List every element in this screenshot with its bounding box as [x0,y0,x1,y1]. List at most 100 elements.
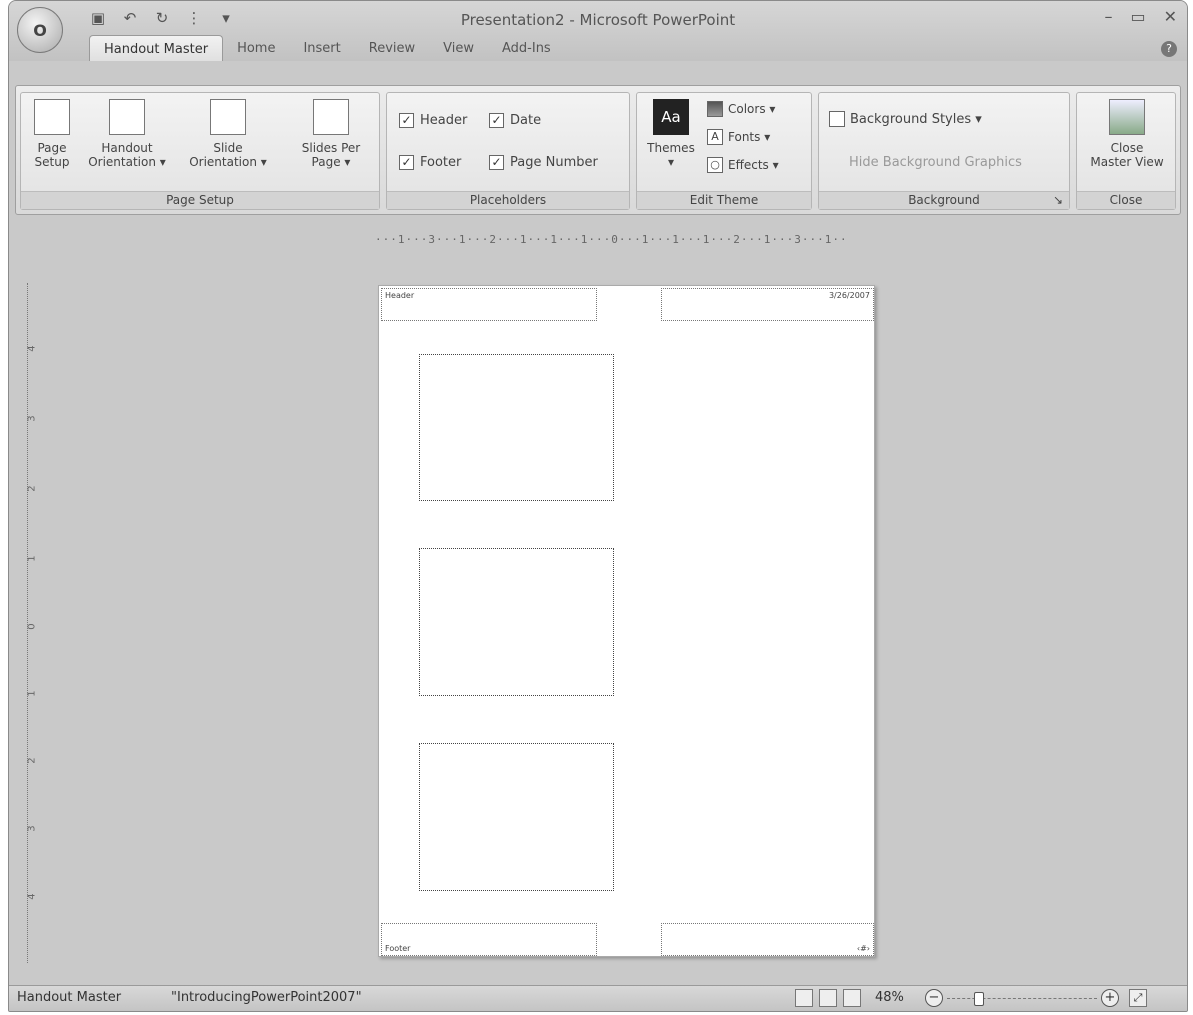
header-checkbox[interactable]: ✓ [399,113,414,128]
fit-to-window-button[interactable]: ⤢ [1129,989,1147,1007]
help-icon[interactable]: ? [1161,41,1177,57]
tab-home[interactable]: Home [223,35,289,61]
close-window-button[interactable]: ✕ [1164,7,1177,26]
page-number-checkbox-row[interactable]: ✓ Page Number [489,155,598,170]
themes-button[interactable]: Aa Themes ▾ [641,99,701,169]
status-view-mode: Handout Master [17,990,122,1005]
page-setup-label2: Setup [34,155,70,169]
tab-view[interactable]: View [429,35,488,61]
slide-show-button[interactable] [843,989,861,1007]
slides-per-page-label2: Page ▾ [311,155,351,169]
slide-placeholder-1[interactable] [419,354,614,501]
powerpoint-window: O ▣ ↶ ↻ ⋮ ▾ Presentation2 - Microsoft Po… [8,0,1188,1012]
footer-checkbox-label: Footer [420,155,462,170]
date-placeholder-text: 3/26/2007 [828,291,870,300]
group-page-setup: Page Setup Handout Orientation ▾ Slide O… [20,92,380,210]
vruler-tick: 2 [26,485,38,492]
footer-placeholder-text: Footer [385,944,411,953]
status-bar: Handout Master "IntroducingPowerPoint200… [9,985,1187,1011]
fonts-label: Fonts ▾ [728,130,771,144]
page-number-placeholder-text: ‹#› [856,944,870,953]
slides-per-page-label1: Slides Per [301,141,361,155]
page-number-checkbox[interactable]: ✓ [489,155,504,170]
date-checkbox-row[interactable]: ✓ Date [489,113,541,128]
effects-button[interactable]: ○ Effects ▾ [707,157,779,173]
close-group-label: Close [1077,191,1175,209]
page-setup-button[interactable]: Page Setup [27,99,77,169]
date-checkbox[interactable]: ✓ [489,113,504,128]
handout-orientation-icon [109,99,145,135]
slide-placeholder-3[interactable] [419,743,614,891]
status-theme-name: "IntroducingPowerPoint2007" [171,990,362,1005]
themes-icon: Aa [653,99,689,135]
slide-sorter-view-button[interactable] [819,989,837,1007]
footer-checkbox[interactable]: ✓ [399,155,414,170]
date-placeholder[interactable]: 3/26/2007 [661,288,874,321]
background-styles-label: Background Styles ▾ [850,111,982,127]
close-master-view-button[interactable]: Close Master View [1081,99,1173,169]
close-master-view-icon [1109,99,1145,135]
background-group-label: Background ↘ [819,191,1069,209]
zoom-in-button[interactable]: + [1101,989,1119,1007]
slide-orientation-icon [210,99,246,135]
tab-add-ins[interactable]: Add-Ins [488,35,565,61]
slide-orientation-label2: Orientation ▾ [189,155,267,169]
close-master-view-label1: Close [1110,141,1144,155]
tab-handout-master[interactable]: Handout Master [89,35,224,61]
handout-orientation-label2: Orientation ▾ [88,155,166,169]
horizontal-ruler: ···1···3···1···2···1···1···1···0···1···1… [375,233,848,246]
slide-placeholder-2[interactable] [419,548,614,696]
colors-button[interactable]: Colors ▾ [707,101,775,117]
fonts-button[interactable]: A Fonts ▾ [707,129,770,145]
close-master-view-label2: Master View [1090,155,1164,169]
page-setup-group-label: Page Setup [21,191,379,209]
zoom-level-label[interactable]: 48% [875,990,904,1005]
zoom-slider[interactable] [947,992,1097,1006]
group-close: Close Master View Close [1076,92,1176,210]
zoom-slider-thumb[interactable] [973,992,984,1006]
header-placeholder-text: Header [385,291,415,300]
vruler-tick: 1 [26,555,38,562]
background-styles-icon [829,111,845,127]
vruler-tick: 4 [26,345,38,352]
colors-icon [707,101,723,117]
page-number-placeholder[interactable]: ‹#› [661,923,874,956]
footer-checkbox-row[interactable]: ✓ Footer [399,155,461,170]
effects-label: Effects ▾ [728,158,779,172]
slide-orientation-button[interactable]: Slide Orientation ▾ [183,99,273,169]
zoom-out-button[interactable]: − [925,989,943,1007]
vruler-tick: 0 [26,623,38,630]
handout-orientation-button[interactable]: Handout Orientation ▾ [77,99,177,169]
tab-insert[interactable]: Insert [289,35,354,61]
edit-theme-group-label: Edit Theme [637,191,811,209]
slides-per-page-button[interactable]: Slides Per Page ▾ [289,99,373,169]
background-styles-button[interactable]: Background Styles ▾ [829,111,982,127]
maximize-button[interactable]: ▭ [1130,7,1145,26]
minimize-button[interactable]: – [1104,7,1112,26]
header-checkbox-label: Header [420,113,468,128]
header-placeholder[interactable]: Header [381,288,597,321]
vruler-tick: 4 [26,893,38,900]
window-title: Presentation2 - Microsoft PowerPoint [460,11,736,29]
slide-orientation-label1: Slide [213,141,243,155]
hide-background-graphics-label: Hide Background Graphics [849,155,1022,170]
vruler-tick: 3 [26,825,38,832]
hide-background-graphics-checkbox[interactable]: Hide Background Graphics [849,155,1022,170]
ribbon-tabs: Handout Master Home Insert Review View A… [89,35,565,61]
page-setup-icon [34,99,70,135]
ribbon: Page Setup Handout Orientation ▾ Slide O… [15,85,1181,215]
group-edit-theme: Aa Themes ▾ Colors ▾ A Fonts ▾ ○ Effects… [636,92,812,210]
dialog-launcher-icon[interactable]: ↘ [1053,192,1063,209]
tab-review[interactable]: Review [355,35,429,61]
placeholders-group-label: Placeholders [387,191,629,209]
page-setup-label1: Page [37,141,67,155]
group-placeholders: ✓ Header ✓ Date ✓ Footer ✓ Page Number P… [386,92,630,210]
normal-view-button[interactable] [795,989,813,1007]
header-checkbox-row[interactable]: ✓ Header [399,113,467,128]
slides-per-page-icon [313,99,349,135]
footer-placeholder[interactable]: Footer [381,923,597,956]
fonts-icon: A [707,129,723,145]
themes-label: Themes [647,141,695,155]
background-group-title: Background [908,193,980,207]
handout-page[interactable]: Header 3/26/2007 Footer ‹#› [378,285,875,957]
